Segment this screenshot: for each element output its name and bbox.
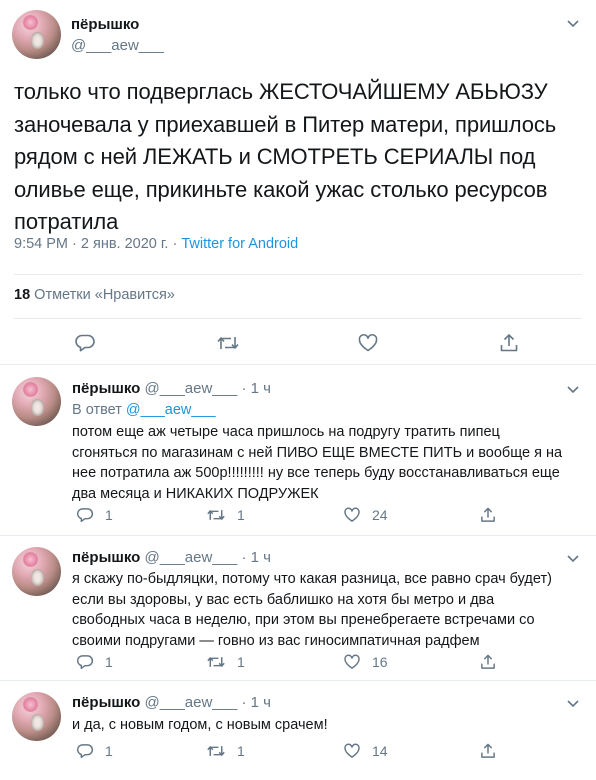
- author-handle[interactable]: @___aew___: [145, 549, 238, 566]
- author-name[interactable]: пёрышко: [72, 549, 140, 566]
- tweet-timestamp[interactable]: 9:54 PM · 2 янв. 2020 г. ·: [14, 236, 181, 252]
- chevron-down-icon[interactable]: [566, 382, 580, 396]
- in-reply-to: В ответ @___aew___: [72, 402, 216, 418]
- reply-header: пёрышко @___aew___ · 1 ч: [72, 694, 271, 711]
- reply-text: потом еще аж четыре часа пришлось на под…: [72, 424, 563, 502]
- reply-icon: [76, 744, 94, 759]
- like-icon: [344, 743, 360, 758]
- author-name[interactable]: пёрышко: [71, 16, 139, 33]
- author-handle[interactable]: @___aew___: [71, 37, 164, 54]
- reply-text: и да, с новым годом, с новым срачем!: [72, 717, 328, 733]
- retweet-icon: [207, 746, 225, 756]
- reply-action[interactable]: 1: [76, 742, 113, 760]
- share-icon: [481, 507, 495, 522]
- like-action[interactable]: 24: [343, 506, 388, 524]
- like-count: 16: [372, 654, 388, 670]
- retweet-icon: [207, 510, 225, 520]
- chevron-down-icon[interactable]: [566, 696, 580, 710]
- like-action[interactable]: 16: [343, 653, 388, 671]
- like-count: 14: [372, 743, 388, 759]
- author-name[interactable]: пёрышко: [72, 380, 140, 397]
- tweet-meta: 9:54 PM · 2 янв. 2020 г. · Twitter for A…: [14, 236, 298, 252]
- reply-count: 1: [105, 507, 113, 523]
- like-icon: [344, 507, 360, 522]
- retweet-icon[interactable]: [216, 332, 240, 354]
- author-handle[interactable]: @___aew___: [145, 694, 238, 711]
- share-icon: [481, 654, 495, 669]
- reply-header: пёрышко @___aew___ · 1 ч: [72, 380, 271, 397]
- share-action[interactable]: [479, 506, 497, 524]
- reply-header: пёрышко @___aew___ · 1 ч: [72, 549, 271, 566]
- share-action[interactable]: [479, 742, 497, 760]
- avatar[interactable]: [12, 377, 61, 426]
- reply-count: 1: [105, 654, 113, 670]
- avatar[interactable]: [12, 692, 61, 741]
- like-icon: [344, 654, 360, 669]
- retweet-count: 1: [237, 507, 245, 523]
- reply-action[interactable]: 1: [76, 653, 113, 671]
- reply-count: 1: [105, 743, 113, 759]
- retweet-count: 1: [237, 654, 245, 670]
- reply-time[interactable]: · 1 ч: [237, 694, 272, 711]
- reply-time[interactable]: · 1 ч: [237, 380, 272, 397]
- reply-tweet[interactable]: пёрышко @___aew___ · 1 ч я скажу по-быдл…: [0, 536, 596, 681]
- tweet-source-link[interactable]: Twitter for Android: [181, 236, 298, 252]
- reply-icon: [76, 508, 94, 523]
- reply-text: я скажу по-быдляцки, потому что какая ра…: [72, 571, 552, 649]
- like-action[interactable]: 14: [343, 742, 388, 760]
- avatar[interactable]: [12, 10, 61, 59]
- retweet-action[interactable]: 1: [206, 653, 245, 671]
- divider: [14, 274, 582, 275]
- likes-count: 18: [14, 287, 31, 303]
- like-icon[interactable]: [357, 332, 379, 354]
- avatar[interactable]: [12, 547, 61, 596]
- chevron-down-icon[interactable]: [566, 551, 580, 565]
- retweet-action[interactable]: 1: [206, 742, 245, 760]
- share-icon[interactable]: [498, 332, 520, 354]
- reply-action[interactable]: 1: [76, 506, 113, 524]
- retweet-count: 1: [237, 743, 245, 759]
- likes-label: Отметки «Нравится»: [30, 287, 175, 303]
- reply-tweet[interactable]: пёрышко @___aew___ · 1 ч В ответ @___aew…: [0, 365, 596, 536]
- likes-summary[interactable]: 18 Отметки «Нравится»: [14, 287, 175, 303]
- author-name[interactable]: пёрышко: [72, 694, 140, 711]
- share-action[interactable]: [479, 653, 497, 671]
- reply-tweet[interactable]: пёрышко @___aew___ · 1 ч и да, с новым г…: [0, 681, 596, 780]
- author-handle[interactable]: @___aew___: [145, 380, 238, 397]
- retweet-icon: [207, 657, 225, 667]
- chevron-down-icon[interactable]: [566, 16, 580, 30]
- reply-icon: [76, 655, 94, 670]
- in-reply-handle-link[interactable]: @___aew___: [126, 402, 216, 418]
- share-icon: [481, 743, 495, 758]
- retweet-action[interactable]: 1: [206, 506, 245, 524]
- tweet-text: только что подверглась ЖЕСТОЧАЙШЕМУ АБЬЮ…: [14, 79, 557, 234]
- reply-time[interactable]: · 1 ч: [237, 549, 272, 566]
- divider: [14, 318, 582, 319]
- reply-icon[interactable]: [74, 332, 96, 354]
- in-reply-label: В ответ: [72, 402, 126, 418]
- like-count: 24: [372, 507, 388, 523]
